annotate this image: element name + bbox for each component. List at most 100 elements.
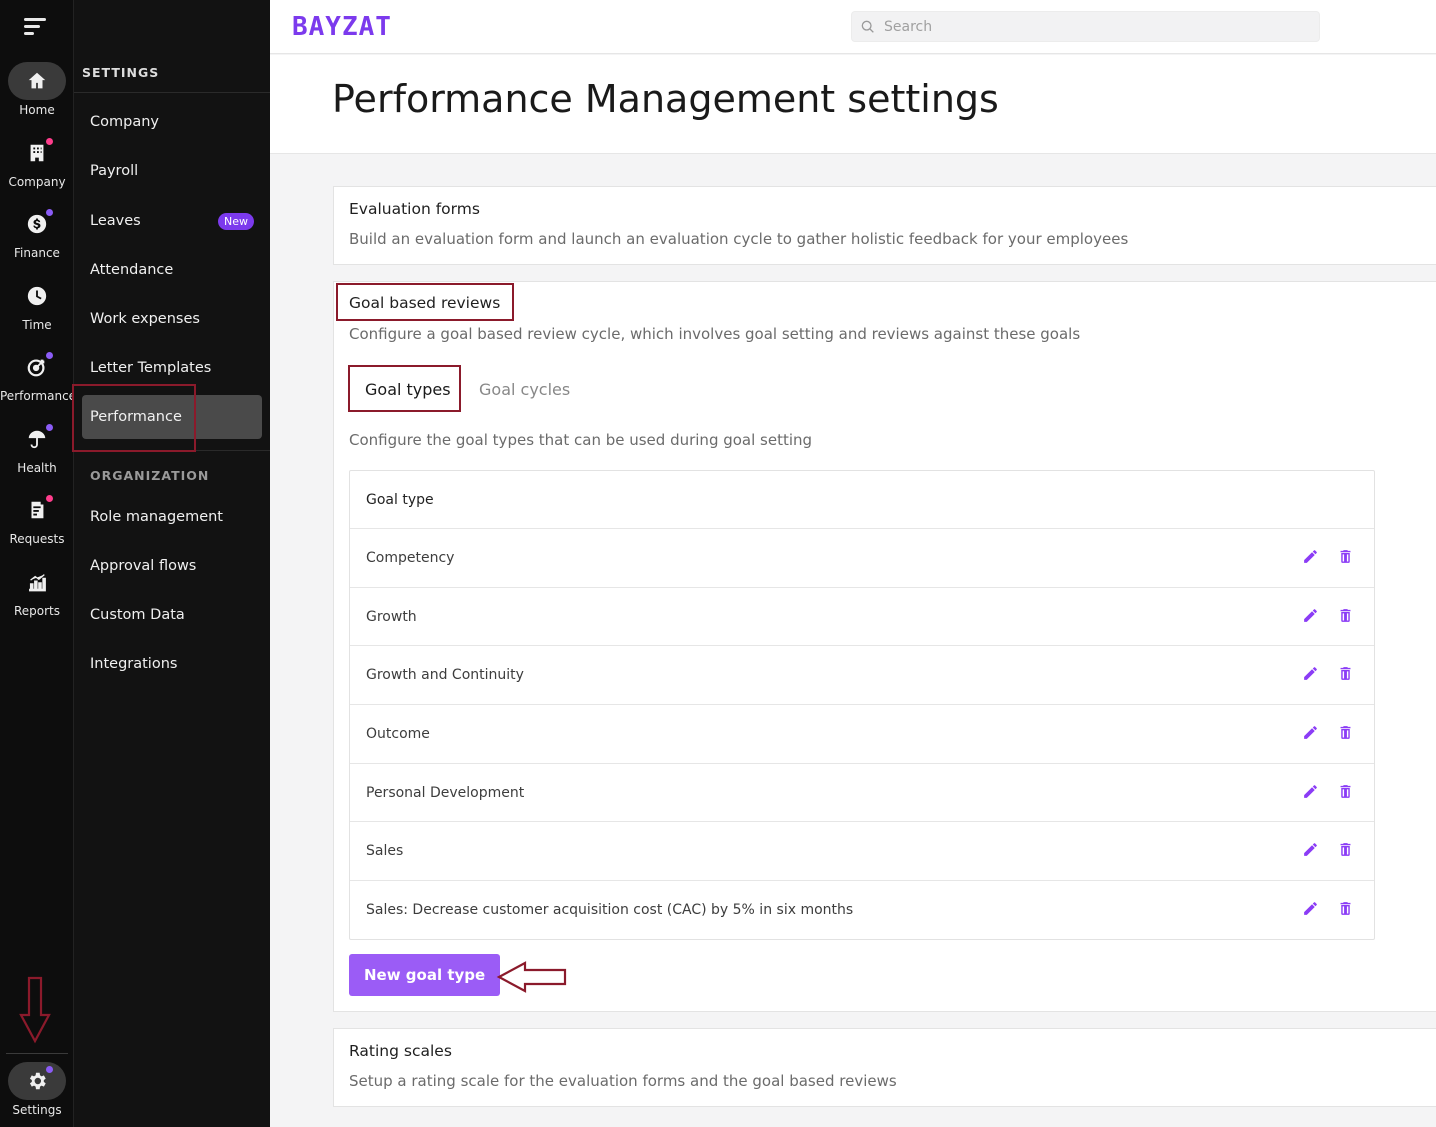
trash-icon[interactable] [1337, 783, 1354, 800]
rail-label: Performance [0, 389, 77, 403]
rail-time[interactable]: Time [0, 277, 74, 332]
sidebar-item-leaves[interactable]: Leaves New [82, 199, 262, 243]
table-row: Sales: Decrease customer acquisition cos… [350, 880, 1374, 939]
goal-type-name: Sales [366, 843, 404, 860]
card-description: Configure a goal based review cycle, whi… [349, 325, 1081, 343]
rail-home[interactable]: Home [0, 62, 74, 117]
trash-icon[interactable] [1337, 665, 1354, 682]
tab-goal-cycles[interactable]: Goal cycles [479, 380, 570, 399]
evaluation-forms-card[interactable]: Evaluation forms Build an evaluation for… [333, 186, 1436, 265]
clipboard-icon [31, 501, 44, 519]
search-icon [861, 20, 874, 33]
rail-divider [6, 1053, 68, 1054]
annotation-box [336, 283, 514, 321]
edit-icon[interactable] [1302, 607, 1319, 624]
card-title: Evaluation forms [349, 200, 480, 218]
annotation-box [72, 384, 196, 452]
sidebar-item-label: Role management [90, 509, 223, 525]
sidebar-item-custom-data[interactable]: Custom Data [82, 593, 262, 637]
search-box[interactable] [851, 11, 1320, 42]
rail-requests[interactable]: Requests [0, 491, 74, 546]
goal-type-name: Outcome [366, 725, 430, 742]
goal-types-table: Goal type Competency Growth Growth and C… [349, 470, 1375, 940]
goal-type-name: Growth and Continuity [366, 667, 524, 684]
new-goal-type-button[interactable]: New goal type [349, 954, 501, 996]
sidebar-item-role-management[interactable]: Role management [82, 495, 262, 539]
dollar-icon [27, 214, 47, 234]
card-description: Build an evaluation form and launch an e… [349, 230, 1129, 248]
sidebar-item-attendance[interactable]: Attendance [82, 248, 262, 292]
umbrella-icon [28, 430, 46, 449]
clock-icon [27, 286, 47, 306]
edit-icon[interactable] [1302, 841, 1319, 858]
chart-icon [29, 574, 46, 592]
annotation-arrow-left [496, 961, 567, 993]
search-input[interactable] [884, 18, 1284, 35]
annotation-arrow-down [19, 976, 51, 1044]
rail-settings[interactable]: Settings [0, 1062, 74, 1117]
sidebar-item-label: Work expenses [90, 311, 200, 327]
goal-based-reviews-card: Goal based reviews Configure a goal base… [333, 281, 1436, 1012]
rail-label: Requests [9, 532, 65, 546]
divider [74, 92, 270, 93]
rail-label: Home [19, 103, 55, 117]
home-icon [28, 72, 46, 89]
rail-reports[interactable]: Reports [0, 563, 74, 618]
card-title: Rating scales [349, 1042, 452, 1060]
rail-company[interactable]: Company [0, 134, 74, 189]
organization-heading: ORGANIZATION [90, 468, 210, 483]
table-row: Competency [350, 528, 1374, 587]
sidebar-item-label: Integrations [90, 656, 178, 672]
trash-icon[interactable] [1337, 900, 1354, 917]
edit-icon[interactable] [1302, 900, 1319, 917]
edit-icon[interactable] [1302, 665, 1319, 682]
sidebar-item-label: Leaves [90, 213, 141, 229]
rail-label: Reports [13, 604, 61, 618]
rail-label: Health [17, 461, 57, 475]
trash-icon[interactable] [1337, 724, 1354, 741]
table-row: Personal Development [350, 762, 1374, 822]
annotation-box [348, 365, 461, 412]
rail-health[interactable]: Health [0, 420, 74, 475]
table-row: Sales [350, 821, 1374, 880]
rail-label: Finance [14, 246, 60, 260]
table-header: Goal type [350, 471, 1374, 528]
goal-type-name: Competency [366, 549, 455, 566]
rail-label: Settings [12, 1103, 62, 1117]
trash-icon[interactable] [1337, 607, 1354, 624]
rating-scales-card[interactable]: Rating scales Setup a rating scale for t… [333, 1028, 1436, 1107]
table-row: Outcome [350, 704, 1374, 763]
sidebar-item-work-expenses[interactable]: Work expenses [82, 297, 262, 341]
sidebar-item-company[interactable]: Company [82, 100, 262, 144]
gear-icon [29, 1072, 46, 1090]
trash-icon[interactable] [1337, 548, 1354, 565]
sidebar-item-approval-flows[interactable]: Approval flows [82, 544, 262, 588]
rail-label: Company [8, 175, 66, 189]
bayzat-logo[interactable]: BAYZAT [292, 12, 392, 42]
tab-description: Configure the goal types that can be use… [349, 431, 813, 449]
sidebar-item-label: Letter Templates [90, 360, 212, 376]
column-header: Goal type [366, 491, 434, 508]
rail-label: Time [22, 318, 52, 332]
sidebar-item-payroll[interactable]: Payroll [82, 149, 262, 193]
target-icon [27, 359, 45, 377]
goal-type-name: Growth [366, 608, 417, 625]
sidebar-item-label: Custom Data [90, 607, 185, 623]
goal-type-name: Personal Development [366, 784, 525, 801]
sidebar-item-integrations[interactable]: Integrations [82, 642, 262, 686]
goal-type-name: Sales: Decrease customer acquisition cos… [366, 901, 854, 918]
settings-sidebar: SETTINGS Company Payroll Leaves New Atten… [74, 0, 270, 1127]
card-description: Setup a rating scale for the evaluation … [349, 1072, 897, 1090]
rail-performance[interactable]: Performance [0, 348, 77, 403]
top-bar: BAYZAT [270, 0, 1436, 54]
page-title: Performance Management settings [332, 77, 999, 121]
trash-icon[interactable] [1337, 841, 1354, 858]
edit-icon[interactable] [1302, 548, 1319, 565]
menu-icon[interactable] [24, 18, 46, 36]
edit-icon[interactable] [1302, 783, 1319, 800]
edit-icon[interactable] [1302, 724, 1319, 741]
table-row: Growth [350, 586, 1374, 646]
table-row: Growth and Continuity [350, 645, 1374, 704]
new-badge: New [218, 213, 254, 230]
rail-finance[interactable]: Finance [0, 205, 74, 260]
